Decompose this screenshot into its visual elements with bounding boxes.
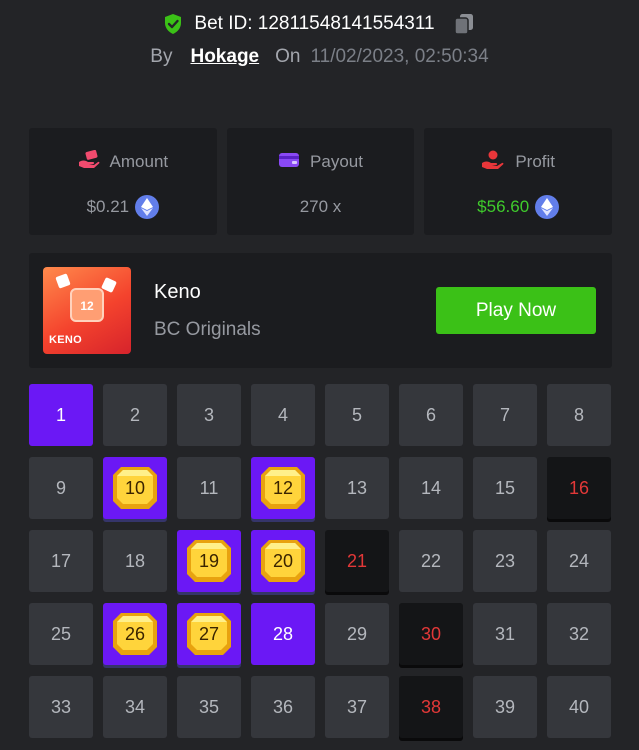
- profit-value: $56.60: [477, 197, 530, 216]
- keno-tile-1[interactable]: 1: [29, 384, 93, 446]
- keno-tile-37[interactable]: 37: [325, 676, 389, 738]
- keno-tile-22[interactable]: 22: [399, 530, 463, 592]
- thumb-title: KENO: [49, 334, 82, 346]
- keno-tile-20[interactable]: 20: [251, 530, 315, 592]
- keno-tile-30[interactable]: 30: [399, 603, 463, 665]
- keno-tile-34[interactable]: 34: [103, 676, 167, 738]
- wallet-icon: [278, 151, 300, 174]
- keno-tile-11[interactable]: 11: [177, 457, 241, 519]
- keno-tile-38[interactable]: 38: [399, 676, 463, 738]
- keno-tile-7[interactable]: 7: [473, 384, 537, 446]
- keno-thumbnail[interactable]: 12 KENO: [43, 267, 131, 354]
- profit-label: Profit: [515, 152, 556, 171]
- eth-icon: [135, 195, 160, 219]
- keno-tile-2[interactable]: 2: [103, 384, 167, 446]
- keno-tile-27[interactable]: 27: [177, 603, 241, 665]
- game-card: 12 KENO Keno BC Originals Play Now: [29, 253, 612, 368]
- game-name: Keno: [154, 281, 201, 303]
- gem-icon: 10: [111, 465, 159, 511]
- keno-tile-19[interactable]: 19: [177, 530, 241, 592]
- stats-panel: Amount $0.21 Payout 270 x Profit $56.60: [29, 128, 613, 235]
- thumb-number: 12: [80, 299, 94, 313]
- verified-shield-icon: [162, 13, 184, 35]
- stat-payout: Payout 270 x: [226, 128, 415, 235]
- on-label: On: [275, 46, 301, 67]
- gem-icon: 19: [185, 538, 233, 584]
- keno-tile-6[interactable]: 6: [399, 384, 463, 446]
- keno-tile-31[interactable]: 31: [473, 603, 537, 665]
- keno-tile-8[interactable]: 8: [547, 384, 611, 446]
- user-link[interactable]: Hokage: [190, 46, 259, 68]
- stat-amount: Amount $0.21: [29, 128, 217, 235]
- money-hand-icon: [78, 149, 100, 175]
- gem-icon: 20: [259, 538, 307, 584]
- keno-tile-10[interactable]: 10: [103, 457, 167, 519]
- game-provider: BC Originals: [154, 319, 261, 340]
- keno-tile-15[interactable]: 15: [473, 457, 537, 519]
- payout-label: Payout: [310, 152, 363, 171]
- bet-header: Bet ID: 12811548141554311: [0, 8, 639, 40]
- keno-tile-32[interactable]: 32: [547, 603, 611, 665]
- play-now-button[interactable]: Play Now: [436, 287, 596, 334]
- keno-tile-39[interactable]: 39: [473, 676, 537, 738]
- amount-value: $0.21: [86, 197, 130, 216]
- keno-tile-4[interactable]: 4: [251, 384, 315, 446]
- keno-tile-9[interactable]: 9: [29, 457, 93, 519]
- keno-tile-3[interactable]: 3: [177, 384, 241, 446]
- copy-icon[interactable]: [451, 11, 477, 37]
- keno-tile-33[interactable]: 33: [29, 676, 93, 738]
- keno-tile-24[interactable]: 24: [547, 530, 611, 592]
- keno-tile-29[interactable]: 29: [325, 603, 389, 665]
- keno-tile-23[interactable]: 23: [473, 530, 537, 592]
- keno-tile-26[interactable]: 26: [103, 603, 167, 665]
- eth-icon: [535, 195, 560, 219]
- profit-hand-icon: [481, 150, 505, 175]
- keno-tile-21[interactable]: 21: [325, 530, 389, 592]
- keno-tile-18[interactable]: 18: [103, 530, 167, 592]
- bet-id: Bet ID: 12811548141554311: [194, 13, 435, 34]
- keno-tile-36[interactable]: 36: [251, 676, 315, 738]
- keno-tile-25[interactable]: 25: [29, 603, 93, 665]
- keno-tile-14[interactable]: 14: [399, 457, 463, 519]
- amount-label: Amount: [109, 152, 169, 171]
- keno-tile-35[interactable]: 35: [177, 676, 241, 738]
- stat-profit: Profit $56.60: [424, 128, 613, 235]
- keno-tile-17[interactable]: 17: [29, 530, 93, 592]
- payout-value: 270 x: [299, 197, 342, 216]
- keno-tile-13[interactable]: 13: [325, 457, 389, 519]
- keno-tile-5[interactable]: 5: [325, 384, 389, 446]
- bet-meta: By Hokage On 11/02/2023, 02:50:34: [0, 46, 639, 68]
- gem-icon: 26: [111, 611, 159, 657]
- bet-date: 11/02/2023, 02:50:34: [310, 46, 489, 67]
- by-label: By: [150, 46, 173, 67]
- keno-tile-28[interactable]: 28: [251, 603, 315, 665]
- keno-tile-40[interactable]: 40: [547, 676, 611, 738]
- keno-tile-16[interactable]: 16: [547, 457, 611, 519]
- gem-icon: 12: [259, 465, 307, 511]
- gem-icon: 27: [185, 611, 233, 657]
- keno-tile-12[interactable]: 12: [251, 457, 315, 519]
